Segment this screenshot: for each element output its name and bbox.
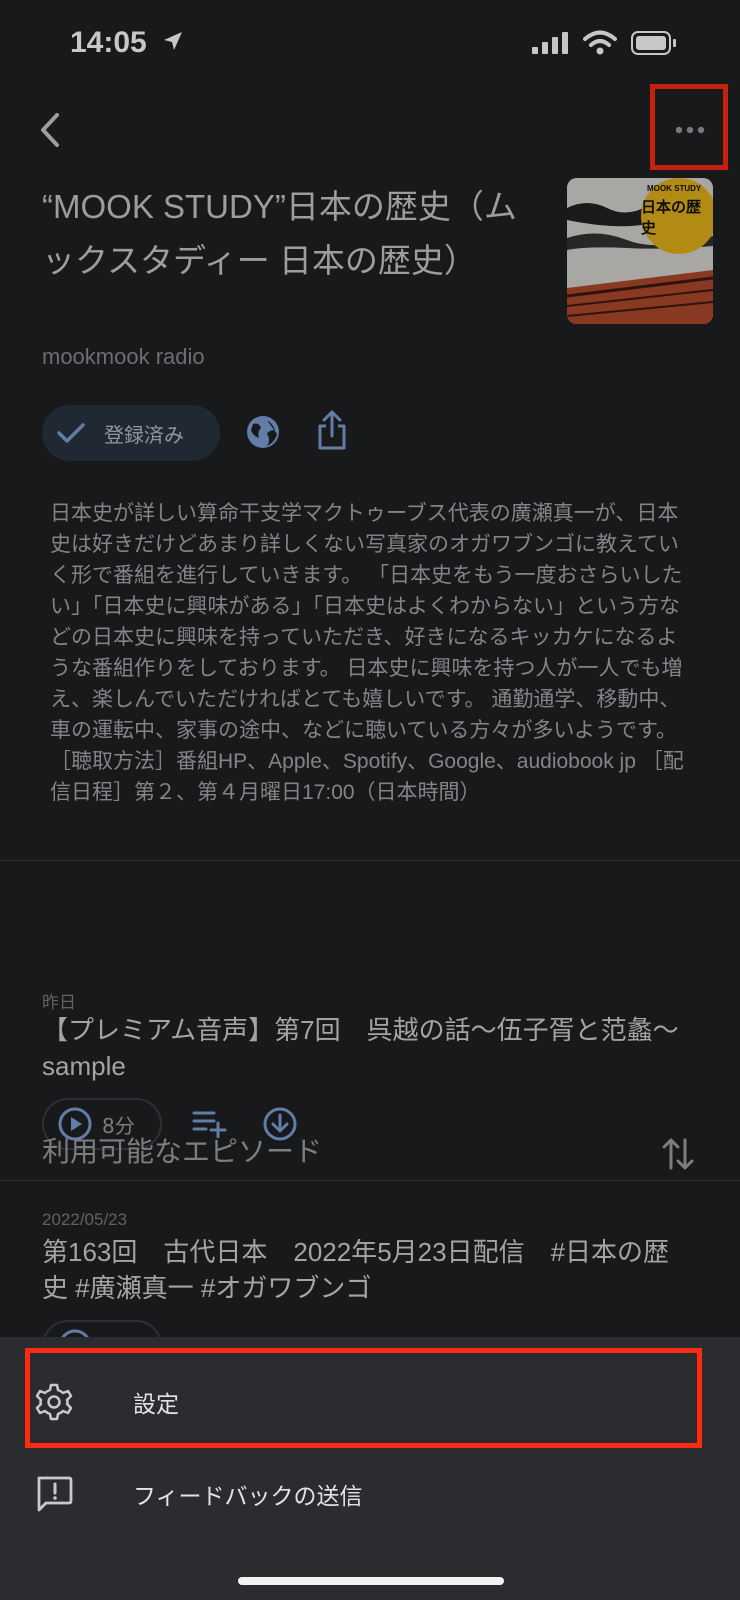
menu-item-label: 設定 <box>133 1392 179 1418</box>
chevron-left-icon <box>41 113 59 147</box>
back-button[interactable] <box>30 105 70 155</box>
bottom-sheet-menu: 設定 フィードバックの送信 <box>0 1337 740 1600</box>
sort-icon[interactable] <box>662 1136 694 1176</box>
divider <box>0 860 740 861</box>
podcast-artwork: MOOK STUDY 日本の歴史 <box>567 178 713 324</box>
battery-icon <box>631 31 677 59</box>
location-arrow-icon <box>162 30 184 56</box>
menu-item-label: フィードバックの送信 <box>133 1484 363 1510</box>
status-time: 14:05 <box>70 26 147 59</box>
more-horizontal-icon <box>675 126 705 134</box>
globe-icon[interactable] <box>245 414 281 454</box>
menu-item-feedback[interactable]: フィードバックの送信 <box>0 1448 740 1540</box>
available-episodes-heading: 利用可能なエピソード <box>42 1136 323 1167</box>
podcast-author: mookmook radio <box>42 344 205 369</box>
subscribed-button[interactable]: 登録済み <box>42 405 220 461</box>
gear-icon <box>34 1382 74 1426</box>
episode-date: 2022/05/23 <box>42 1210 128 1229</box>
more-options-button[interactable] <box>660 110 720 150</box>
home-indicator[interactable] <box>238 1577 504 1585</box>
episode-date: 昨日 <box>42 993 76 1012</box>
feedback-icon <box>34 1474 74 1518</box>
wifi-icon <box>583 30 617 60</box>
podcast-title: “MOOK STUDY”日本の歴史（ムックスタディー 日本の歴史） <box>42 188 517 279</box>
podcast-description: 日本史が詳しい算命干支学マクトゥーブス代表の廣瀬真一が、日本史は好きだけどあまり… <box>50 502 684 804</box>
artwork-brand: MOOK STUDY <box>647 184 702 193</box>
checkmark-icon <box>57 423 85 443</box>
menu-item-settings[interactable]: 設定 <box>0 1356 740 1448</box>
artwork-title: 日本の歴史 <box>641 198 702 237</box>
subscribed-label: 登録済み <box>104 422 184 447</box>
episode-title[interactable]: 【プレミアム音声】第7回 呉越の話〜伍子胥と范蠡〜 sample <box>42 1012 705 1084</box>
cellular-signal-icon <box>532 32 568 58</box>
share-icon[interactable] <box>316 410 348 454</box>
episode-title[interactable]: 第163回 古代日本 2022年5月23日配信 #日本の歴史 #廣瀬真一 #オガ… <box>42 1234 692 1306</box>
status-bar: 14:05 <box>0 0 740 90</box>
divider <box>0 1180 740 1181</box>
